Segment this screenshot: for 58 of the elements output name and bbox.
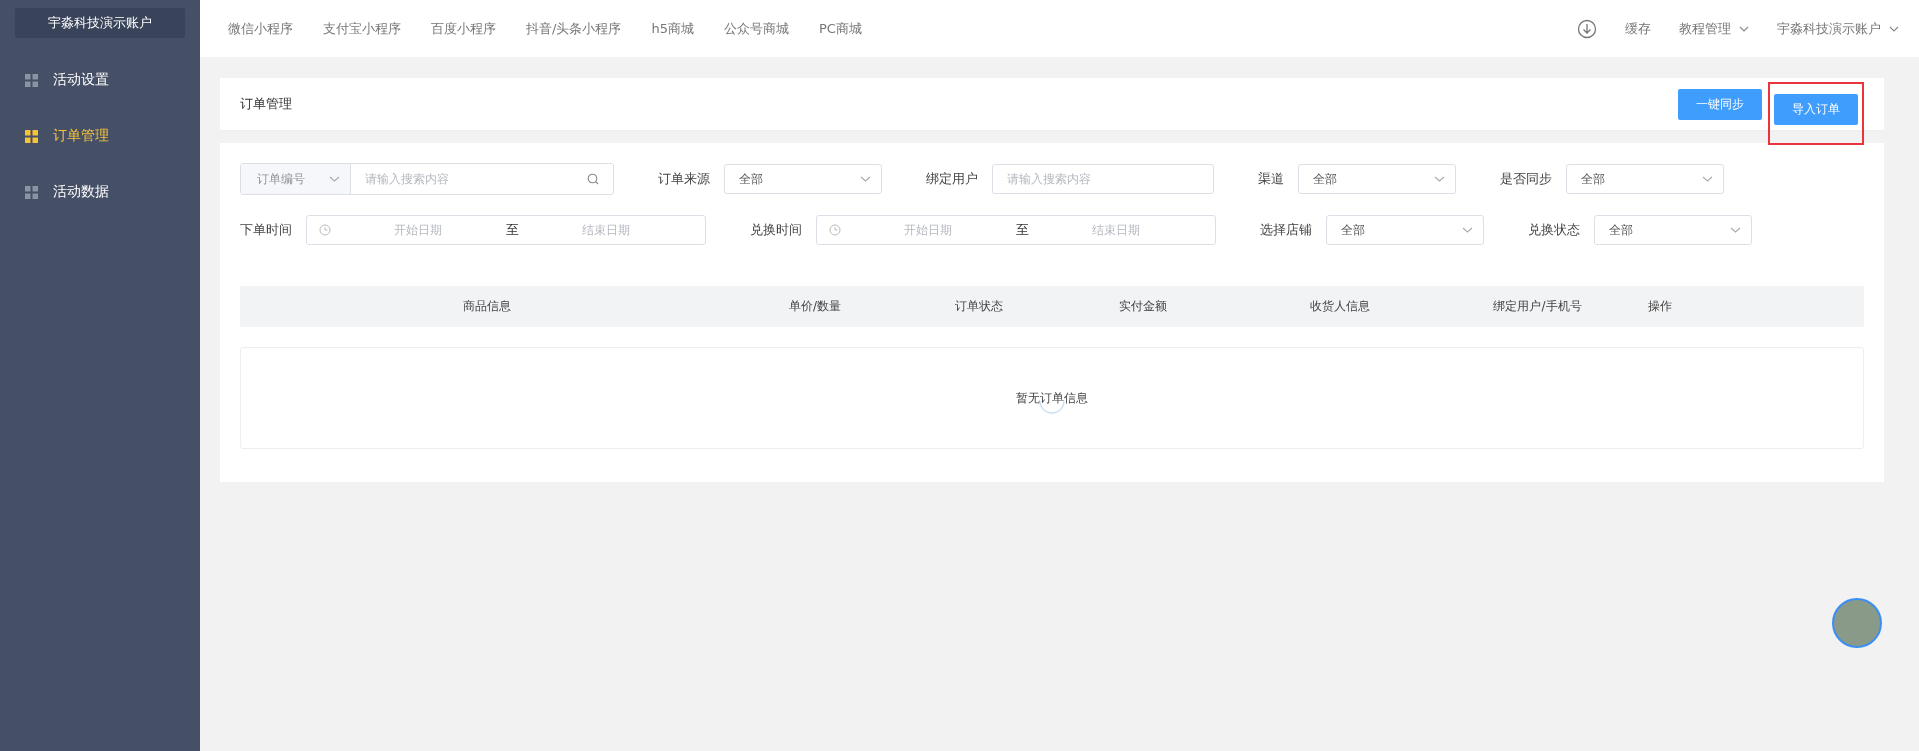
empty-message: 暂无订单信息 [1016, 389, 1088, 407]
chevron-icon [1889, 25, 1899, 32]
download-icon[interactable] [1577, 18, 1597, 39]
column-header: 实付金额 [1117, 298, 1168, 315]
filter-label: 绑定用户 [926, 170, 978, 188]
filter-label: 渠道 [1258, 170, 1284, 188]
nav-link[interactable]: PC商城 [818, 19, 862, 38]
chevron-icon [860, 176, 871, 182]
filter-label: 兑换状态 [1528, 221, 1580, 239]
dropdown-menu[interactable]: 教程管理 [1679, 19, 1749, 38]
select-field[interactable]: 全部 [1594, 215, 1752, 245]
clock-icon [829, 224, 841, 236]
nav-link[interactable]: h5商城 [651, 19, 694, 38]
nav-link[interactable]: 支付宝小程序 [323, 19, 401, 38]
column-header: 商品信息 [461, 298, 512, 315]
dropdown-menu[interactable]: 宇淼科技演示账户 [1777, 19, 1899, 38]
search-field[interactable]: 订单编号 请输入搜索内容 [240, 163, 614, 195]
chevron-icon [329, 176, 340, 182]
select-field[interactable]: 全部 [724, 164, 882, 194]
date-range-field[interactable]: 开始日期 至 结束日期 [306, 215, 706, 245]
chevron-icon [1739, 25, 1749, 32]
chevron-icon [1462, 227, 1473, 233]
date-range-field[interactable]: 开始日期 至 结束日期 [816, 215, 1216, 245]
select-field[interactable]: 全部 [1566, 164, 1724, 194]
nav-link[interactable]: 公众号商城 [723, 19, 789, 38]
filter-label: 兑换时间 [750, 221, 802, 239]
nav-link[interactable]: 百度小程序 [431, 19, 496, 38]
grid-icon [25, 73, 38, 87]
column-header: 单价/数量 [787, 298, 842, 315]
column-header: 收货人信息 [1309, 298, 1371, 315]
cache-link[interactable]: 缓存 [1625, 19, 1651, 38]
chevron-icon [1730, 227, 1741, 233]
grid-icon [25, 185, 38, 199]
column-header: 绑定用户/手机号 [1492, 298, 1583, 315]
filter-label: 订单来源 [658, 170, 710, 188]
nav-link[interactable]: 微信小程序 [228, 19, 293, 38]
page-title: 订单管理 [240, 95, 292, 113]
sidebar-item[interactable]: 订单管理 [0, 108, 200, 164]
action-button[interactable]: 一键同步 [1678, 88, 1762, 120]
chevron-icon [1702, 176, 1713, 182]
sidebar-item[interactable]: 活动数据 [0, 164, 200, 220]
clock-icon [319, 224, 331, 236]
action-button[interactable]: 导入订单 [1774, 93, 1858, 125]
type-select[interactable]: 订单编号 [241, 164, 351, 194]
account-name: 宇淼科技演示账户 [15, 8, 185, 38]
column-header: 订单状态 [953, 298, 1004, 315]
select-field[interactable]: 全部 [1298, 164, 1456, 194]
search-icon[interactable] [587, 173, 599, 185]
filter-label: 是否同步 [1500, 170, 1552, 188]
filter-label: 下单时间 [240, 221, 292, 239]
chevron-icon [1434, 176, 1445, 182]
column-header: 操作 [1647, 298, 1673, 315]
filter-label: 选择店铺 [1260, 221, 1312, 239]
sidebar-item[interactable]: 活动设置 [0, 52, 200, 108]
photo-placeholder[interactable] [1832, 598, 1882, 648]
grid-icon [25, 129, 38, 143]
select-field[interactable]: 全部 [1326, 215, 1484, 245]
nav-link[interactable]: 抖音/头条小程序 [526, 19, 622, 38]
